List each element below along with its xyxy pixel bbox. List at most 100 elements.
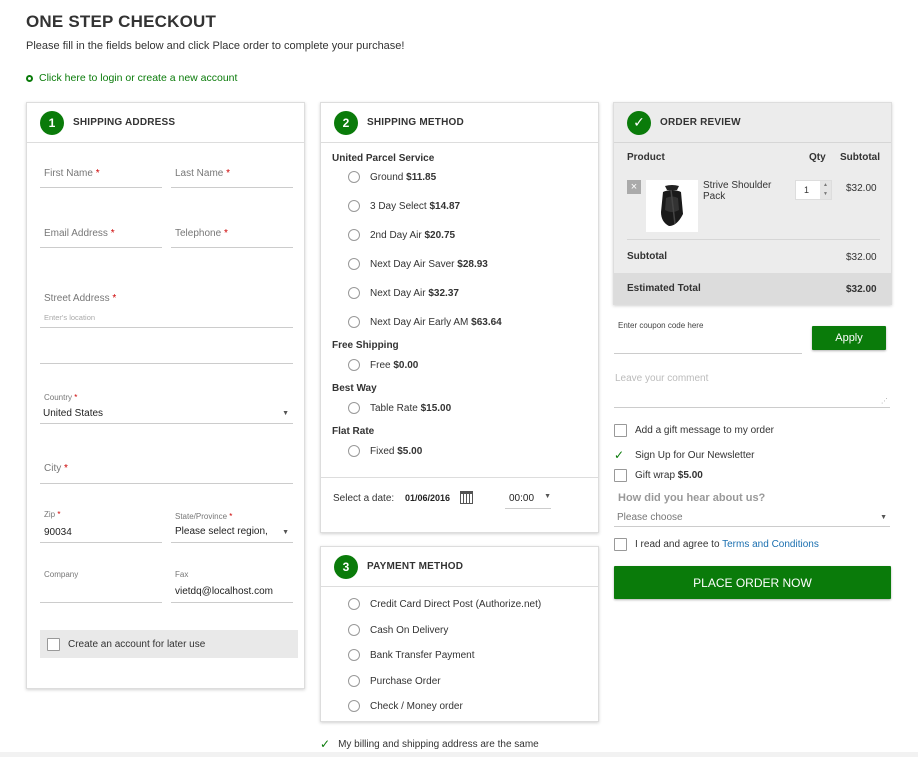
- chevron-down-icon: ▼: [282, 410, 289, 417]
- terms-box[interactable]: [614, 538, 627, 551]
- newsletter-checkbox[interactable]: ✓ Sign Up for Our Newsletter: [614, 448, 755, 462]
- payment-radio[interactable]: [348, 700, 360, 712]
- qty-up-icon[interactable]: ▲: [820, 181, 831, 190]
- item-subtotal: $32.00: [846, 183, 877, 194]
- gift-wrap-checkbox[interactable]: Gift wrap $5.00: [614, 469, 703, 482]
- shipping-radio[interactable]: [348, 316, 360, 328]
- street-label: Street Address: [44, 293, 110, 304]
- zip-label: Zip: [44, 510, 56, 519]
- shipping-radio[interactable]: [348, 258, 360, 270]
- street-address-field[interactable]: Street Address * Enter's location: [40, 283, 293, 328]
- state-select[interactable]: State/Province * Please select region, ▼: [171, 505, 293, 543]
- qty-down-icon[interactable]: ▼: [820, 190, 831, 199]
- gift-message-label: Add a gift message to my order: [635, 425, 774, 436]
- gift-message-box[interactable]: [614, 424, 627, 437]
- login-link-label: Click here to login or create a new acco…: [39, 72, 238, 84]
- shipping-address-title: SHIPPING ADDRESS: [73, 117, 176, 128]
- shipping-radio[interactable]: [348, 229, 360, 241]
- calendar-icon[interactable]: [460, 491, 473, 504]
- create-account-row[interactable]: Create an account for later use: [40, 630, 298, 658]
- country-select[interactable]: Country * United States ▼: [40, 388, 293, 424]
- terms-checkbox[interactable]: I read and agree to Terms and Conditions: [614, 538, 819, 551]
- city-field[interactable]: City *: [40, 453, 293, 484]
- product-name[interactable]: Strive Shoulder Pack: [703, 180, 793, 202]
- gift-wrap-box[interactable]: [614, 469, 627, 482]
- email-field[interactable]: Email Address *: [40, 218, 162, 248]
- shipping-option[interactable]: 3 Day Select $14.87: [348, 200, 460, 212]
- checkmark-icon: ✓: [627, 110, 651, 135]
- payment-option[interactable]: Bank Transfer Payment: [348, 649, 475, 661]
- street-placeholder: Enter's location: [44, 313, 96, 322]
- step-number: 2: [334, 110, 358, 135]
- payment-radio[interactable]: [348, 598, 360, 610]
- shipping-method-panel: 2 SHIPPING METHOD United Parcel Service …: [320, 102, 599, 533]
- street-address-line2[interactable]: [40, 333, 293, 364]
- date-value[interactable]: 01/06/2016: [405, 493, 450, 503]
- total-label: Estimated Total: [627, 283, 701, 294]
- order-review-title: ORDER REVIEW: [660, 117, 741, 128]
- col-qty: Qty: [809, 152, 826, 163]
- gift-message-checkbox[interactable]: Add a gift message to my order: [614, 424, 774, 437]
- estimated-total-row: Estimated Total $32.00: [614, 273, 891, 304]
- email-label: Email Address: [44, 228, 108, 239]
- first-name-field[interactable]: First Name *: [40, 158, 162, 188]
- shipping-option[interactable]: Ground $11.85: [348, 171, 436, 183]
- backpack-icon: [661, 185, 683, 226]
- total-value: $32.00: [846, 284, 877, 295]
- hear-about-select[interactable]: Please choose ▼: [614, 508, 890, 527]
- login-link[interactable]: Click here to login or create a new acco…: [26, 72, 237, 84]
- payment-option[interactable]: Credit Card Direct Post (Authorize.net): [348, 598, 541, 610]
- shipping-option[interactable]: Free $0.00: [348, 359, 418, 371]
- resize-handle-icon[interactable]: ⋰: [881, 397, 888, 405]
- first-name-label: First Name: [44, 168, 93, 179]
- last-name-label: Last Name: [175, 168, 224, 179]
- comment-textarea[interactable]: Leave your comment ⋰: [614, 368, 890, 408]
- create-account-checkbox[interactable]: [47, 637, 60, 651]
- step-number: 3: [334, 554, 358, 579]
- shipping-option[interactable]: Next Day Air Early AM $63.64: [348, 316, 502, 328]
- terms-label: I read and agree to: [635, 539, 720, 550]
- telephone-field[interactable]: Telephone *: [171, 218, 293, 248]
- time-select[interactable]: 00:00 ▼: [505, 487, 551, 509]
- bottom-divider: [0, 752, 918, 757]
- fax-value: vietdq@localhost.com: [175, 586, 273, 597]
- payment-radio[interactable]: [348, 624, 360, 636]
- zip-field[interactable]: Zip * 90034: [40, 505, 162, 543]
- shipping-radio[interactable]: [348, 287, 360, 299]
- qty-stepper[interactable]: 1 ▲ ▼: [795, 180, 832, 200]
- shipping-option[interactable]: Table Rate $15.00: [348, 402, 451, 414]
- payment-option[interactable]: Cash On Delivery: [348, 624, 448, 636]
- shipping-address-panel: 1 SHIPPING ADDRESS First Name * Last Nam…: [26, 102, 305, 689]
- shipping-option[interactable]: 2nd Day Air $20.75: [348, 229, 455, 241]
- payment-option[interactable]: Check / Money order: [348, 700, 463, 712]
- fax-label: Fax: [175, 570, 189, 579]
- checkmark-icon: ✓: [614, 448, 625, 462]
- payment-radio[interactable]: [348, 649, 360, 661]
- remove-item-icon[interactable]: ×: [627, 180, 641, 194]
- apply-button[interactable]: Apply: [812, 326, 886, 350]
- subtotal-value: $32.00: [846, 252, 877, 263]
- billing-same-checkbox[interactable]: ✓ My billing and shipping address are th…: [320, 737, 539, 751]
- shipping-radio[interactable]: [348, 171, 360, 183]
- terms-link[interactable]: Terms and Conditions: [722, 539, 819, 550]
- shipping-radio[interactable]: [348, 402, 360, 414]
- shipping-option[interactable]: Next Day Air $32.37: [348, 287, 459, 299]
- order-review-header: ✓ ORDER REVIEW: [614, 103, 891, 143]
- company-field[interactable]: Company: [40, 565, 162, 603]
- billing-same-label: My billing and shipping address are the …: [338, 738, 539, 750]
- coupon-input[interactable]: Enter coupon code here: [614, 318, 802, 354]
- place-order-button[interactable]: PLACE ORDER NOW: [614, 566, 891, 599]
- shipping-radio[interactable]: [348, 359, 360, 371]
- payment-method-title: PAYMENT METHOD: [367, 561, 464, 572]
- shipping-option[interactable]: Next Day Air Saver $28.93: [348, 258, 488, 270]
- shipping-radio[interactable]: [348, 200, 360, 212]
- hear-about-label: How did you hear about us?: [618, 492, 766, 504]
- shipping-radio[interactable]: [348, 445, 360, 457]
- zip-value: 90034: [44, 527, 72, 538]
- city-label: City: [44, 463, 62, 474]
- shipping-option[interactable]: Fixed $5.00: [348, 445, 422, 457]
- fax-field[interactable]: Fax vietdq@localhost.com: [171, 565, 293, 603]
- last-name-field[interactable]: Last Name *: [171, 158, 293, 188]
- payment-radio[interactable]: [348, 675, 360, 687]
- payment-option[interactable]: Purchase Order: [348, 675, 441, 687]
